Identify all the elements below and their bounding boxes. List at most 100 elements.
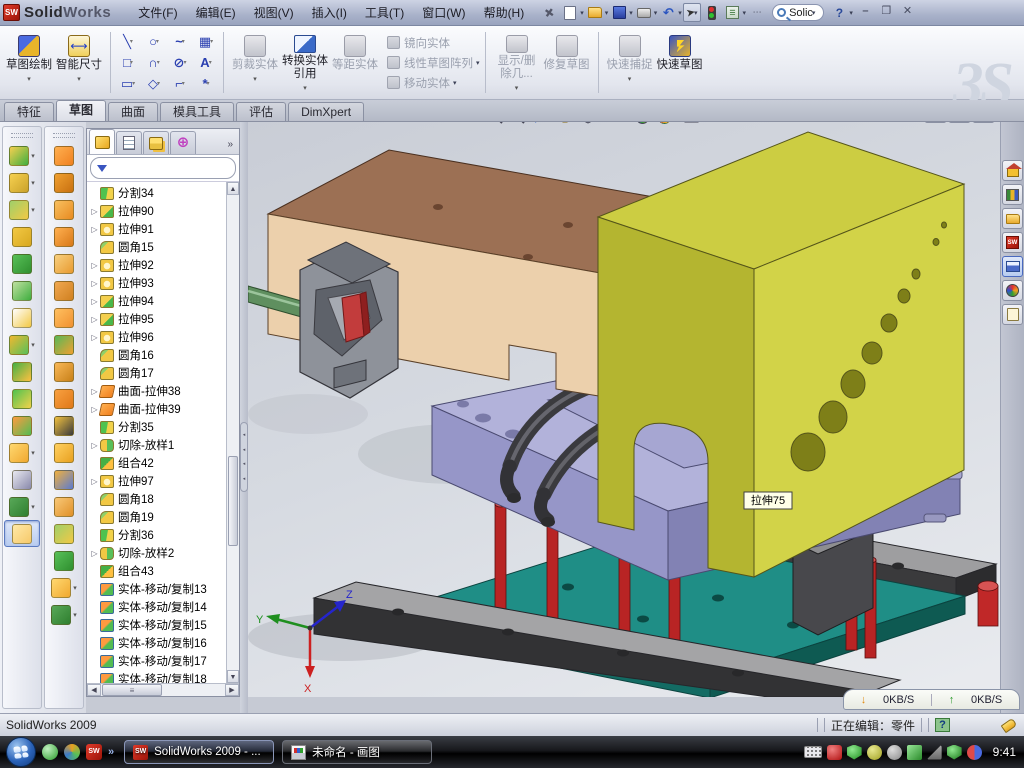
new-file-button[interactable] xyxy=(560,4,580,22)
menu-item[interactable]: 窗口(W) xyxy=(413,0,474,26)
menu-item[interactable]: 插入(I) xyxy=(303,0,356,26)
linear-pattern-button[interactable]: 线性草图阵列▾ xyxy=(387,54,480,72)
scroll-down-arrow[interactable]: ▼ xyxy=(227,670,239,683)
tray-sync-icon[interactable] xyxy=(907,745,922,760)
doc-minimize-button[interactable]: – xyxy=(925,122,946,123)
tree-item[interactable]: 拉伸90 xyxy=(87,202,226,220)
freeform[interactable]: ▾ xyxy=(46,331,82,358)
tree-item[interactable]: 实体-移动/复制17 xyxy=(87,652,226,670)
save-dropdown[interactable]: ▾ xyxy=(629,9,633,17)
extruded-cut[interactable]: ▾ xyxy=(4,169,40,196)
print-button[interactable] xyxy=(634,4,654,22)
start-button[interactable] xyxy=(6,737,36,767)
sketch-entity-button[interactable]: ▦▾ xyxy=(193,31,219,52)
tray-antivirus-shield-icon[interactable] xyxy=(847,745,862,760)
taskbar-clock[interactable]: 9:41 xyxy=(993,745,1016,759)
repair-sketch-button[interactable]: 修复草图 xyxy=(542,30,592,96)
close-button[interactable]: ✕ xyxy=(899,5,916,20)
minimize-button[interactable]: – xyxy=(857,5,874,20)
expand-arrow[interactable] xyxy=(89,297,100,306)
trim-entities-button[interactable]: 剪裁实体▾ xyxy=(230,30,280,96)
panel-splitter[interactable]: ◂◂◂◂ xyxy=(240,122,248,713)
expand-arrow[interactable] xyxy=(89,441,100,450)
scroll-left-arrow[interactable]: ◀ xyxy=(87,684,101,696)
menu-item[interactable]: 帮助(H) xyxy=(475,0,534,26)
quicklaunch-messenger-icon[interactable] xyxy=(42,744,58,760)
solidworks-resources-icon[interactable] xyxy=(1002,160,1023,181)
mirror-entities-button[interactable]: 镜向实体 xyxy=(387,34,480,52)
model-canvas[interactable]: Y Z X 拉伸75 xyxy=(248,122,1000,697)
overflow-tools[interactable]: ⋯ xyxy=(747,4,767,22)
sketch-entity-button[interactable]: ~▾ xyxy=(167,31,193,52)
lofted-surface[interactable]: ▾ xyxy=(46,223,82,250)
sketch-entity-button[interactable]: ◇▾ xyxy=(141,73,167,94)
search-input[interactable]: Solic xyxy=(789,7,813,19)
filled-surface[interactable]: ▾ xyxy=(46,385,82,412)
untrim-surface[interactable]: ▾ xyxy=(46,493,82,520)
tree-item[interactable]: 切除-放样1 xyxy=(87,436,226,454)
hide-show-items-icon[interactable] xyxy=(606,122,625,126)
expand-arrow[interactable] xyxy=(89,477,100,486)
view-palette-icon[interactable] xyxy=(1002,256,1023,277)
solidworks-toolbox-icon[interactable]: SW xyxy=(1002,232,1023,253)
tree-item[interactable]: 拉伸93 xyxy=(87,274,226,292)
fillet[interactable]: ▾ xyxy=(4,196,40,223)
smart-dimension-button[interactable]: ⟷ 智能尺寸▾ xyxy=(54,30,104,96)
tree-item[interactable]: 实体-移动/复制15 xyxy=(87,616,226,634)
tree-horizontal-scrollbar[interactable]: ◀ ≡ ▶ xyxy=(87,683,239,696)
tree-item[interactable]: 分割35 xyxy=(87,418,226,436)
graphics-viewport[interactable]: Y Z X 拉伸75 ▾ ▾ ▾ ▾ ▾ xyxy=(248,122,1000,697)
tree-item[interactable]: 实体-移动/复制16 xyxy=(87,634,226,652)
offset-entities-button[interactable]: 等距实体 xyxy=(330,30,380,96)
tree-item[interactable]: 实体-移动/复制18 xyxy=(87,670,226,683)
options-dropdown[interactable]: ▾ xyxy=(743,9,747,17)
menu-item[interactable]: 编辑(E) xyxy=(187,0,245,26)
save-button[interactable] xyxy=(609,4,629,22)
menu-item[interactable]: 工具(T) xyxy=(356,0,413,26)
shell[interactable]: ▾ xyxy=(4,250,40,277)
panel-tabs-overflow[interactable]: » xyxy=(223,139,237,154)
tree-item[interactable]: 圆角17 xyxy=(87,364,226,382)
select-tool[interactable]: ➤▾ xyxy=(683,3,701,22)
taskbar-button-paint[interactable]: 未命名 - 画图 xyxy=(282,740,432,764)
tray-update-icon[interactable] xyxy=(867,745,882,760)
planar-surface[interactable]: ▾ xyxy=(46,304,82,331)
swept-surface[interactable]: ▾ xyxy=(46,196,82,223)
quicklaunch-overflow[interactable]: » xyxy=(108,746,114,758)
tree-item[interactable]: 拉伸92 xyxy=(87,256,226,274)
view-orientation-icon[interactable] xyxy=(552,122,571,126)
tree-item[interactable]: 实体-移动/复制14 xyxy=(87,598,226,616)
combine[interactable]: ▾ xyxy=(4,358,40,385)
options-button[interactable]: ☰ xyxy=(723,4,743,22)
linear-pattern[interactable]: ▾ xyxy=(4,331,40,358)
boundary-surface[interactable]: ▾ xyxy=(46,250,82,277)
tree-item[interactable]: 拉伸94 xyxy=(87,292,226,310)
edit-appearance-icon[interactable] xyxy=(633,122,652,126)
tree-item[interactable]: 圆角15 xyxy=(87,238,226,256)
curves[interactable]: ▾ xyxy=(46,601,82,628)
vertical-scroll-thumb[interactable] xyxy=(228,456,238,546)
tree-filter-box[interactable] xyxy=(90,157,236,179)
help-button[interactable]: ? xyxy=(829,4,849,22)
open-file-button[interactable] xyxy=(585,4,605,22)
draft[interactable]: ▾ xyxy=(4,277,40,304)
pushpin-icon[interactable]: ✚ xyxy=(539,4,559,22)
tree-item[interactable]: 曲面-拉伸39 xyxy=(87,400,226,418)
tab-evaluate[interactable]: 评估 xyxy=(236,102,286,121)
appearances-scenes-icon[interactable] xyxy=(1002,280,1023,301)
tree-item[interactable]: 分割34 xyxy=(87,184,226,202)
view-settings-icon[interactable] xyxy=(682,122,701,126)
expand-arrow[interactable] xyxy=(89,279,100,288)
chamfer[interactable]: ▾ xyxy=(4,223,40,250)
extruded-boss[interactable]: ▾ xyxy=(4,142,40,169)
expand-arrow[interactable] xyxy=(89,261,100,270)
revolved-surface[interactable]: ▾ xyxy=(46,169,82,196)
tab-propertymanager[interactable] xyxy=(116,131,142,154)
instant3d[interactable]: ▾ xyxy=(4,520,40,547)
rebuild-button[interactable] xyxy=(702,4,722,22)
sketch-entity-button[interactable]: A▾ xyxy=(193,52,219,73)
reference-plane[interactable]: ▾ xyxy=(4,439,40,466)
hole-wizard[interactable]: ▾ xyxy=(4,304,40,331)
help-dropdown[interactable]: ▾ xyxy=(849,9,853,17)
helix-curve[interactable]: ▾ xyxy=(4,493,40,520)
